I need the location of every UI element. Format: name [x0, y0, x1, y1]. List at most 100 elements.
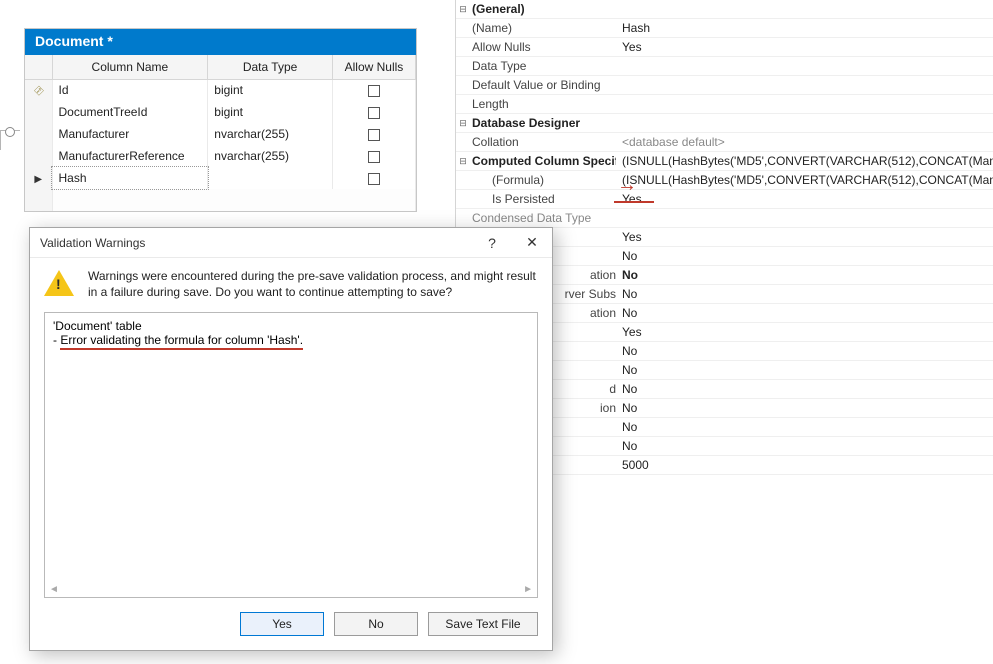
annotation-underline	[614, 201, 654, 203]
table-designer-panel: Document * Column Name Data Type Allow N…	[24, 28, 417, 212]
annotation-arrow-icon: →	[617, 174, 637, 197]
table-row[interactable]: ⚿ Id bigint	[25, 79, 416, 101]
dialog-message-line: in a failure during save. Do you want to…	[88, 284, 536, 300]
prop-label: Length	[470, 97, 616, 111]
prop-default-value[interactable]: Default Value or Binding	[456, 76, 993, 95]
checkbox-icon[interactable]	[368, 85, 380, 97]
gutter-cell	[25, 189, 52, 211]
save-text-file-button[interactable]: Save Text File	[428, 612, 538, 636]
cell-allow-nulls[interactable]	[332, 145, 415, 167]
col-header-name[interactable]: Column Name	[52, 55, 208, 79]
prop-computed-col-spec[interactable]: ⊟ Computed Column Specif (ISNULL(HashByt…	[456, 152, 993, 171]
prop-value[interactable]: No	[616, 249, 993, 263]
prop-group-designer[interactable]: ⊟ Database Designer	[456, 114, 993, 133]
relationship-connector	[0, 130, 20, 150]
warning-line: - Error validating the formula for colum…	[53, 333, 529, 350]
cell-type[interactable]: bigint	[208, 101, 333, 123]
dialog-title: Validation Warnings	[40, 236, 145, 250]
prop-value[interactable]: (ISNULL(HashBytes('MD5',CONVERT(VARCHAR(…	[616, 173, 993, 187]
prop-value[interactable]: Yes	[616, 40, 993, 54]
prop-value[interactable]: Yes	[616, 230, 993, 244]
prop-label: (General)	[470, 2, 616, 16]
checkbox-icon[interactable]	[368, 151, 380, 163]
prop-value[interactable]: Hash	[616, 21, 993, 35]
cell-name[interactable]: Hash	[52, 167, 208, 189]
prop-value[interactable]: <database default>	[616, 135, 993, 149]
cell-allow-nulls[interactable]	[332, 79, 415, 101]
table-row-empty[interactable]	[25, 189, 416, 211]
collapse-icon[interactable]: ⊟	[456, 118, 470, 129]
prop-label: (Formula)	[470, 173, 616, 187]
prop-condensed-type[interactable]: Condensed Data Type	[456, 209, 993, 228]
warnings-list[interactable]: 'Document' table - Error validating the …	[44, 312, 538, 598]
prop-is-persisted[interactable]: Is Persisted Yes	[456, 190, 993, 209]
prop-value[interactable]: Yes	[616, 325, 993, 339]
prop-value[interactable]: No	[616, 439, 993, 453]
collapse-icon[interactable]: ⊟	[456, 4, 470, 15]
cell-type[interactable]	[208, 167, 333, 189]
gutter-cell	[25, 101, 52, 123]
row-pointer-icon: ▶	[34, 174, 42, 185]
prop-value[interactable]: No	[616, 268, 993, 282]
cell-type[interactable]: nvarchar(255)	[208, 123, 333, 145]
prop-label: Data Type	[470, 59, 616, 73]
prop-label: Is Persisted	[470, 192, 616, 206]
gutter-cell	[25, 123, 52, 145]
cell-name[interactable]: Id	[52, 79, 208, 101]
validation-warnings-dialog: Validation Warnings ? ✕ Warnings were en…	[29, 227, 553, 651]
prop-value[interactable]: No	[616, 420, 993, 434]
prop-label: Default Value or Binding	[470, 78, 616, 92]
table-title: Document *	[25, 29, 416, 55]
prop-value[interactable]: No	[616, 401, 993, 415]
prop-label: Computed Column Specif	[470, 154, 616, 168]
help-button[interactable]: ?	[472, 228, 512, 258]
collapse-icon[interactable]: ⊟	[456, 156, 470, 167]
table-row[interactable]: Manufacturer nvarchar(255)	[25, 123, 416, 145]
cell-name[interactable]: Manufacturer	[52, 123, 208, 145]
cell-allow-nulls[interactable]	[332, 101, 415, 123]
cell-type[interactable]: nvarchar(255)	[208, 145, 333, 167]
prop-value[interactable]: No	[616, 344, 993, 358]
prop-value[interactable]: No	[616, 382, 993, 396]
scroll-right-icon[interactable]: ►	[523, 584, 533, 595]
yes-button[interactable]: Yes	[240, 612, 324, 636]
prop-length[interactable]: Length	[456, 95, 993, 114]
prop-value[interactable]: No	[616, 363, 993, 377]
cell-name[interactable]: ManufacturerReference	[52, 145, 208, 167]
prop-value[interactable]: (ISNULL(HashBytes('MD5',CONVERT(VARCHAR(…	[616, 154, 993, 168]
table-row[interactable]: ManufacturerReference nvarchar(255)	[25, 145, 416, 167]
cell-allow-nulls[interactable]	[332, 123, 415, 145]
col-header-allow-nulls[interactable]: Allow Nulls	[332, 55, 415, 79]
prop-allow-nulls[interactable]: Allow Nulls Yes	[456, 38, 993, 57]
dialog-titlebar[interactable]: Validation Warnings ? ✕	[30, 228, 552, 258]
prop-value[interactable]: 5000	[616, 458, 993, 472]
table-row-selected[interactable]: ▶ Hash	[25, 167, 416, 189]
no-button[interactable]: No	[334, 612, 418, 636]
prop-name[interactable]: (Name) Hash	[456, 19, 993, 38]
gutter-cell	[25, 145, 52, 167]
prop-data-type[interactable]: Data Type	[456, 57, 993, 76]
close-button[interactable]: ✕	[512, 228, 552, 258]
checkbox-icon[interactable]	[368, 173, 380, 185]
prop-value[interactable]: Yes	[616, 192, 993, 206]
cell-type[interactable]: bigint	[208, 79, 333, 101]
checkbox-icon[interactable]	[368, 129, 380, 141]
col-header-type[interactable]: Data Type	[208, 55, 333, 79]
prop-collation[interactable]: Collation <database default>	[456, 133, 993, 152]
warning-prefix: -	[53, 333, 60, 347]
scroll-left-icon[interactable]: ◄	[49, 584, 59, 595]
prop-formula[interactable]: (Formula) (ISNULL(HashBytes('MD5',CONVER…	[456, 171, 993, 190]
empty-row-area[interactable]	[52, 189, 416, 211]
table-row[interactable]: DocumentTreeId bigint	[25, 101, 416, 123]
prop-value[interactable]: No	[616, 287, 993, 301]
columns-grid[interactable]: Column Name Data Type Allow Nulls ⚿ Id b…	[25, 55, 416, 211]
checkbox-icon[interactable]	[368, 107, 380, 119]
prop-group-general[interactable]: ⊟ (General)	[456, 0, 993, 19]
gutter-header	[25, 55, 52, 79]
cell-allow-nulls[interactable]	[332, 167, 415, 189]
prop-value[interactable]: No	[616, 306, 993, 320]
scrollbar-stub[interactable]: ◄ ►	[49, 584, 533, 595]
warning-text-underlined: Error validating the formula for column …	[60, 333, 303, 350]
cell-name[interactable]: DocumentTreeId	[52, 101, 208, 123]
prop-label: Condensed Data Type	[470, 211, 616, 225]
